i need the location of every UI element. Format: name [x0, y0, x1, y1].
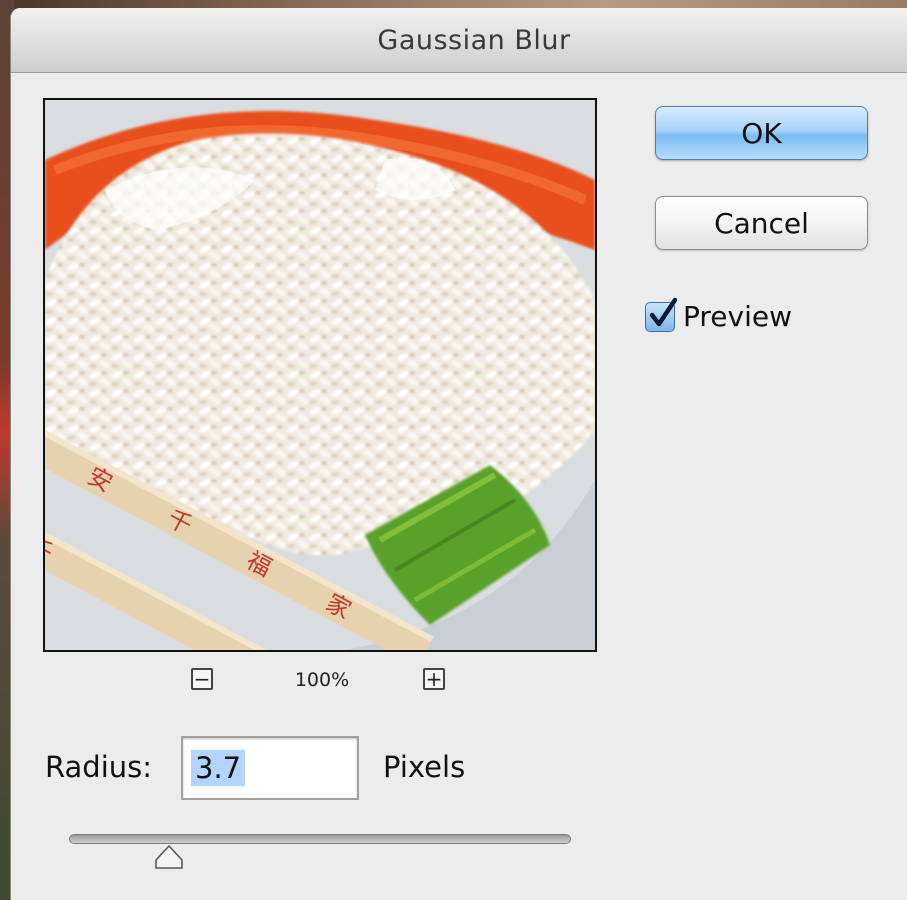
food-photo: 安 千 福 家 千: [45, 100, 595, 650]
dialog-title: Gaussian Blur: [377, 24, 571, 56]
radius-slider-track[interactable]: [69, 834, 571, 844]
dialog-titlebar[interactable]: Gaussian Blur: [11, 8, 907, 73]
plus-icon: +: [425, 667, 443, 691]
checkmark-icon: [649, 297, 678, 326]
radius-input[interactable]: 3.7: [181, 736, 359, 800]
cancel-button[interactable]: Cancel: [655, 196, 868, 250]
radius-slider-thumb[interactable]: [154, 844, 184, 870]
zoom-out-button[interactable]: −: [191, 668, 213, 690]
preview-checkbox-row[interactable]: Preview: [645, 297, 792, 333]
gaussian-blur-dialog: Gaussian Blur 安 千 福 家 千 − 100% + OK Canc…: [10, 8, 907, 900]
units-label: Pixels: [383, 750, 466, 784]
zoom-level: 100%: [294, 669, 350, 691]
ok-button[interactable]: OK: [655, 106, 868, 160]
preview-image[interactable]: 安 千 福 家 千: [43, 98, 597, 652]
minus-icon: −: [193, 667, 211, 691]
zoom-in-button[interactable]: +: [423, 668, 445, 690]
preview-label: Preview: [683, 300, 792, 333]
radius-value: 3.7: [191, 750, 246, 786]
radius-label: Radius:: [45, 750, 153, 784]
preview-checkbox[interactable]: [645, 297, 678, 332]
